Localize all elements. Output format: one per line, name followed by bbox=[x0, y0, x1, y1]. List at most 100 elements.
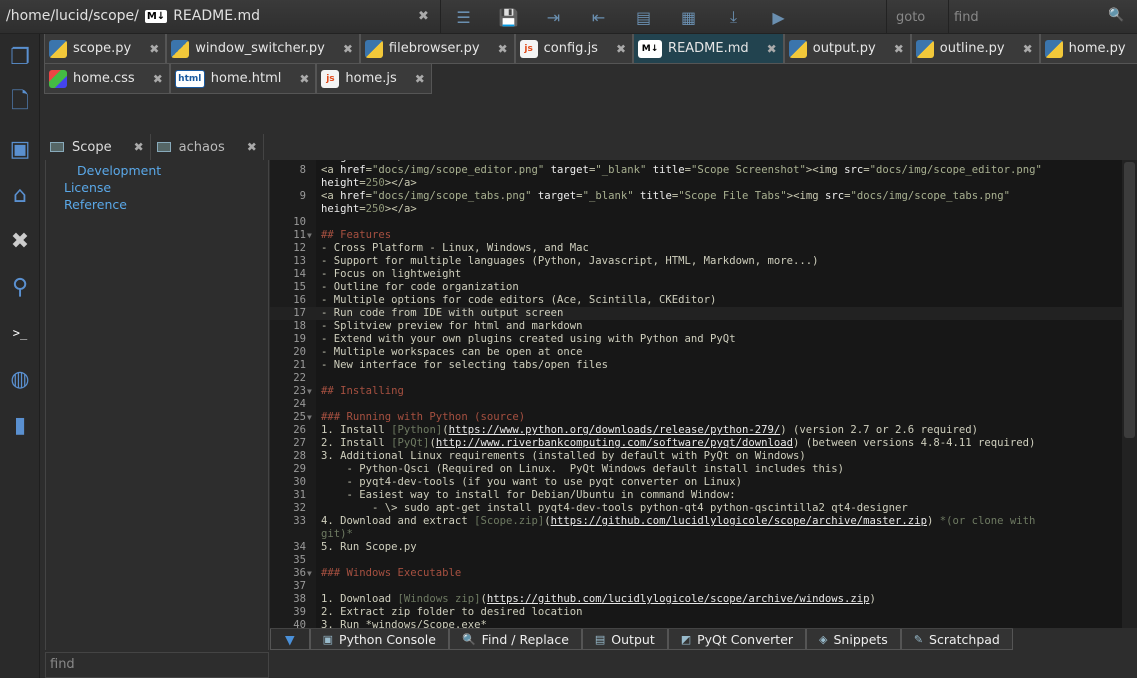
tab-label: scope.py bbox=[73, 41, 132, 56]
tab-label: home.py bbox=[1068, 41, 1126, 56]
bottom-tab-snippets[interactable]: ◈ Snippets bbox=[806, 629, 901, 650]
token-tag: ><img bbox=[786, 190, 825, 202]
search-icon[interactable]: 🔍 bbox=[1108, 8, 1124, 23]
line-number: 11 bbox=[293, 229, 306, 241]
file-tab-README-md[interactable]: M↓ README.md ✖ bbox=[633, 34, 784, 64]
close-tab-button[interactable]: ✖ bbox=[882, 42, 904, 56]
outline-find-input[interactable]: find bbox=[45, 652, 269, 678]
token-link: *(or clone with bbox=[939, 515, 1036, 527]
save-icon[interactable]: 💾 bbox=[486, 8, 531, 27]
close-tab-button[interactable]: ✖ bbox=[755, 42, 777, 56]
bottom-tab-python-console[interactable]: ▣ Python Console bbox=[309, 629, 449, 650]
token-text: 2. Install bbox=[321, 437, 392, 449]
file-tab-home-html[interactable]: html home.html ✖ bbox=[169, 64, 317, 94]
py-file-icon bbox=[49, 39, 67, 58]
file-search-icon[interactable]: ⚲ bbox=[0, 264, 40, 310]
achaos-book-icon[interactable]: ▮ bbox=[0, 402, 40, 448]
token-heading: ## Features bbox=[321, 229, 392, 241]
close-tab-button[interactable]: ✖ bbox=[486, 42, 508, 56]
line-number: 18 bbox=[293, 320, 306, 332]
settings-tools-icon[interactable]: ✖ bbox=[0, 218, 40, 264]
workspace-tab-achaos[interactable]: achaos ✖ bbox=[150, 134, 264, 160]
file-tab-scope-py[interactable]: scope.py ✖ bbox=[44, 34, 167, 64]
fold-arrow-icon[interactable]: ▼ bbox=[307, 411, 312, 424]
line-number: 16 bbox=[293, 294, 306, 306]
fold-arrow-icon[interactable]: ▼ bbox=[307, 567, 312, 580]
token-text: - New interface for selecting tabs/open … bbox=[321, 359, 609, 371]
snippets-icon: ◈ bbox=[819, 632, 828, 646]
code-editor[interactable]: height=250></a> 8 <a href="docs/img/scope_… bbox=[270, 160, 1122, 628]
line-number: 12 bbox=[293, 242, 306, 254]
code-text: 4. Download and extract [Scope.zip](http… bbox=[321, 515, 1035, 528]
triangle-down-icon: ▼ bbox=[285, 631, 295, 647]
path-text: /home/lucid/scope/ bbox=[6, 8, 139, 24]
workspace-icon[interactable]: ▣ bbox=[0, 126, 40, 172]
menu-icon[interactable]: ☰ bbox=[441, 8, 486, 27]
window-switcher-icon[interactable]: ❐ bbox=[0, 34, 40, 80]
close-tab-button[interactable]: ✖ bbox=[137, 42, 159, 56]
file-tab-output-py[interactable]: output.py ✖ bbox=[783, 34, 911, 64]
token-text: ) (between versions 4.8-4.11 required) bbox=[793, 437, 1036, 449]
close-tab-button[interactable]: ✖ bbox=[287, 72, 309, 86]
code-text: - Extend with your own plugins created u… bbox=[321, 333, 736, 346]
file-tab-home-py[interactable]: home.py ✖ bbox=[1039, 34, 1137, 64]
download-icon[interactable]: ⤓ bbox=[711, 7, 756, 27]
tab-label: output.py bbox=[812, 41, 876, 56]
js-file-icon: js bbox=[321, 69, 340, 88]
toggle-bottom-panel-button[interactable]: ▼ bbox=[270, 629, 310, 650]
token-text: - Cross Platform - Linux, Windows, and M… bbox=[321, 242, 589, 254]
bottom-tab-find-replace[interactable]: 🔍 Find / Replace bbox=[448, 629, 582, 650]
code-text: - Splitview preview for html and markdow… bbox=[321, 320, 583, 333]
scrollbar-thumb[interactable] bbox=[1124, 162, 1135, 438]
close-file-button[interactable]: ✖ bbox=[418, 9, 429, 24]
fold-arrow-icon[interactable]: ▼ bbox=[307, 385, 312, 398]
file-tab-home-js[interactable]: js home.js ✖ bbox=[316, 64, 432, 94]
workspace-tabs: Scope ✖ achaos ✖ bbox=[44, 134, 264, 160]
close-tab-button[interactable]: ✖ bbox=[1132, 42, 1137, 56]
terminal-icon[interactable]: >_ bbox=[0, 310, 40, 356]
file-tab-window_switcher-py[interactable]: window_switcher.py ✖ bbox=[166, 34, 360, 64]
print-icon[interactable]: ▤ bbox=[621, 8, 666, 27]
token-url: http://www.riverbankcomputing.com/softwa… bbox=[435, 437, 794, 449]
color-picker-icon[interactable]: ▦ bbox=[666, 8, 711, 27]
close-tab-button[interactable]: ✖ bbox=[331, 42, 353, 56]
close-workspace-button[interactable]: ✖ bbox=[233, 140, 257, 154]
goto-input[interactable]: goto bbox=[886, 0, 948, 34]
code-text: git)* bbox=[321, 528, 353, 541]
md-file-icon: M↓ bbox=[638, 39, 663, 58]
globe-icon[interactable]: ◍ bbox=[0, 356, 40, 402]
fold-arrow-icon[interactable]: ▼ bbox=[307, 229, 312, 242]
current-file-path: /home/lucid/scope/ M↓ README.md bbox=[6, 8, 260, 24]
bottom-tab-pyqt-converter[interactable]: ◩ PyQt Converter bbox=[667, 629, 807, 650]
code-text: - Multiple workspaces can be open at onc… bbox=[321, 346, 583, 359]
new-file-icon[interactable]: 🗋 bbox=[0, 80, 40, 126]
token-url: https://github.com/lucidlylogicole/scope… bbox=[486, 593, 870, 605]
tree-item[interactable]: Development bbox=[46, 162, 268, 179]
close-workspace-button[interactable]: ✖ bbox=[120, 140, 144, 154]
close-tab-button[interactable]: ✖ bbox=[604, 42, 626, 56]
run-icon[interactable]: ▶ bbox=[756, 8, 801, 27]
close-tab-button[interactable]: ✖ bbox=[403, 72, 425, 86]
file-tab-outline-py[interactable]: outline.py ✖ bbox=[910, 34, 1040, 64]
indent-icon[interactable]: ⇥ bbox=[531, 8, 576, 27]
tree-item[interactable]: License bbox=[46, 179, 268, 196]
unindent-icon[interactable]: ⇤ bbox=[576, 8, 621, 27]
file-tab-filebrowser-py[interactable]: filebrowser.py ✖ bbox=[359, 34, 515, 64]
line-number: 14 bbox=[293, 268, 306, 280]
code-text: - \> sudo apt-get install pyqt4-dev-tool… bbox=[321, 502, 908, 515]
token-text: 2. Extract zip folder to desired locatio… bbox=[321, 606, 583, 618]
home-icon[interactable]: ⌂ bbox=[0, 172, 40, 218]
close-tab-button[interactable]: ✖ bbox=[1011, 42, 1033, 56]
bottom-tab-scratchpad[interactable]: ✎ Scratchpad bbox=[900, 629, 1013, 650]
workspace-tab-Scope[interactable]: Scope ✖ bbox=[44, 134, 151, 160]
file-tab-config-js[interactable]: js config.js ✖ bbox=[514, 34, 634, 64]
file-tab-home-css[interactable]: home.css ✖ bbox=[44, 64, 170, 94]
file-tabs-row-2: home.css ✖ html home.html ✖ js home.js ✖ bbox=[44, 64, 432, 94]
tree-item[interactable]: Reference bbox=[46, 196, 268, 213]
bottom-tab-label: Find / Replace bbox=[481, 631, 569, 647]
code-line: 14 - Focus on lightweight bbox=[270, 268, 1122, 281]
line-number: 20 bbox=[293, 346, 306, 358]
close-tab-button[interactable]: ✖ bbox=[141, 72, 163, 86]
html-file-icon: html bbox=[174, 69, 205, 88]
bottom-tab-output[interactable]: ▤ Output bbox=[581, 629, 668, 650]
